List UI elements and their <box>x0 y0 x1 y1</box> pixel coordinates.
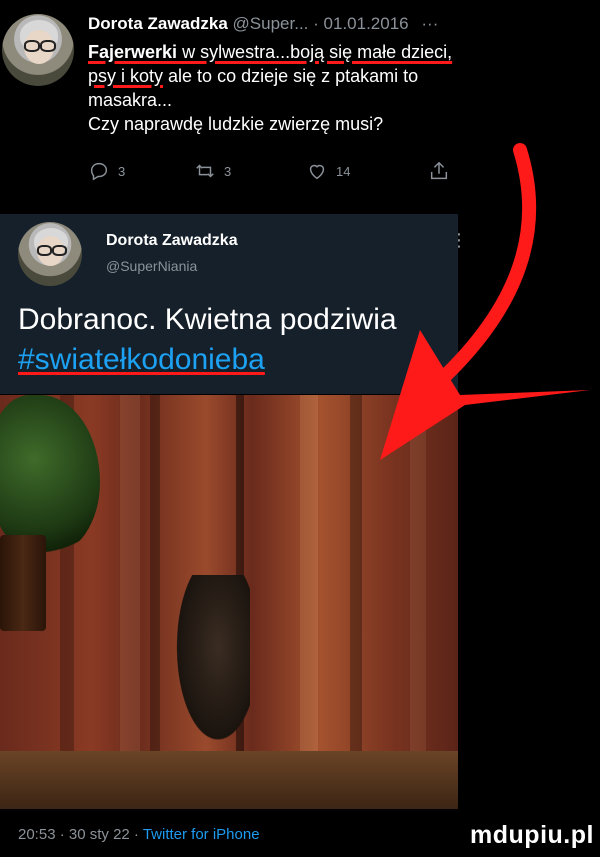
like-button[interactable]: 14 <box>306 160 350 182</box>
dog <box>170 575 250 755</box>
tweet-source[interactable]: Twitter for iPhone <box>143 826 260 843</box>
tweet-header: Dorota Zawadzka @Super... · 01.01.2016 ·… <box>88 14 438 34</box>
avatar[interactable] <box>2 14 74 86</box>
tweet-text-line: w sylwestra...boją się małe dzieci, <box>177 42 453 62</box>
tweet-date[interactable]: 30 sty 22 <box>69 826 130 843</box>
tweet-time[interactable]: 20:53 <box>18 826 56 843</box>
red-arrow-annotation <box>380 143 590 460</box>
tweet-text-line: masakra... <box>88 90 173 110</box>
card-text-line: Dobranoc. Kwietna podziwia <box>18 303 397 336</box>
reply-icon <box>90 162 108 181</box>
highlighted-word: Fajerwerki <box>88 42 178 62</box>
author-name[interactable]: Dorota Zawadzka <box>106 232 238 250</box>
author-handle[interactable]: @Super... <box>233 14 309 33</box>
tweet-text-line: ale to co dzieje się z ptakami to <box>163 66 419 86</box>
retweet-count: 3 <box>224 163 232 179</box>
separator: · <box>129 826 143 843</box>
retweet-button[interactable]: 3 <box>194 160 231 182</box>
author-name[interactable]: Dorota Zawadzka <box>88 14 228 33</box>
highlighted-phrase: psy i koty <box>88 66 164 86</box>
heart-icon <box>309 164 325 180</box>
plant <box>0 395 100 555</box>
floor <box>0 751 458 809</box>
tweet-text-line: Czy naprawdę ludzkie zwierzę musi? <box>88 114 384 134</box>
reply-button[interactable]: 3 <box>88 160 125 182</box>
tweet-text: Fajerwerki w sylwestra...boją się małe d… <box>88 40 548 136</box>
separator: · <box>55 826 69 843</box>
separator: · <box>313 14 319 33</box>
tweet-meta-footer: 20:53 · 30 sty 22 · Twitter for iPhone <box>18 826 260 843</box>
author-handle[interactable]: @SuperNiania <box>106 258 197 274</box>
hashtag-link[interactable]: #swiatełkodonieba <box>18 343 265 376</box>
more-icon[interactable]: ··· <box>421 14 438 33</box>
watermark: mdupiu.pl <box>470 821 594 849</box>
plant-pot <box>0 535 46 631</box>
tweet-date[interactable]: 01.01.2016 <box>324 14 409 33</box>
retweet-icon <box>196 164 214 178</box>
like-count: 14 <box>336 163 351 179</box>
avatar[interactable] <box>18 222 82 286</box>
reply-count: 3 <box>118 163 126 179</box>
